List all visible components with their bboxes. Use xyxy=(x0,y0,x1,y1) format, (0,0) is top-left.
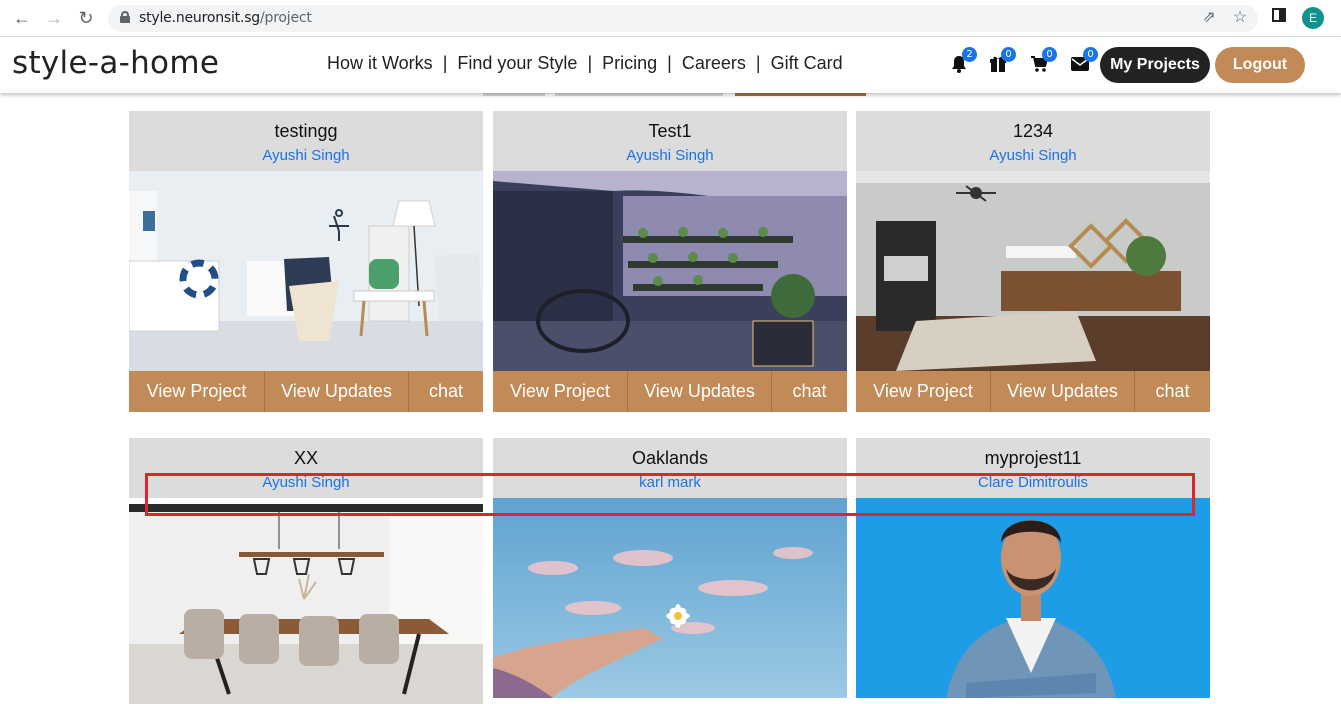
tab-peek xyxy=(555,93,723,96)
project-image[interactable] xyxy=(856,171,1210,371)
project-image[interactable] xyxy=(129,504,483,704)
message-badge: 0 xyxy=(1083,47,1098,62)
project-card: Test1 Ayushi Singh View Project View Upd… xyxy=(493,111,847,412)
project-title: Test1 xyxy=(648,121,692,141)
site-header: style-a-home How it Works | Find your Sty… xyxy=(0,37,1341,93)
project-actions: View Project View Updates chat xyxy=(493,371,847,412)
notification-badge: 2 xyxy=(962,47,977,62)
project-card-header: Test1 Ayushi Singh xyxy=(493,111,847,171)
project-image[interactable] xyxy=(856,498,1210,698)
nav-find-your-style[interactable]: Find your Style xyxy=(457,53,577,74)
project-card-header: testingg Ayushi Singh xyxy=(129,111,483,171)
bell-icon[interactable]: 2 xyxy=(949,47,977,75)
url-path: /project xyxy=(259,10,312,26)
bookmark-star-icon[interactable]: ☆ xyxy=(1230,8,1250,28)
view-updates-button[interactable]: View Updates xyxy=(265,371,409,412)
view-updates-button[interactable]: View Updates xyxy=(628,371,772,412)
nav-separator: | xyxy=(755,53,761,73)
site-logo[interactable]: style-a-home xyxy=(12,45,219,81)
project-actions: View Project View Updates chat xyxy=(129,371,483,412)
gift-icon[interactable]: 0 xyxy=(988,47,1016,75)
envelope-icon[interactable]: 0 xyxy=(1070,47,1098,75)
chat-button[interactable]: chat xyxy=(772,371,847,412)
nav-separator: | xyxy=(442,53,448,73)
project-card: testingg Ayushi Singh View Project View … xyxy=(129,111,483,412)
view-project-button[interactable]: View Project xyxy=(493,371,628,412)
main-nav: How it Works | Find your Style | Pricing | … xyxy=(327,53,843,74)
project-actions: View Project View Updates chat xyxy=(856,371,1210,412)
url-host: style.neuronsit.sg xyxy=(139,10,260,26)
project-title: Oaklands xyxy=(631,448,709,468)
cart-badge: 0 xyxy=(1042,47,1057,62)
nav-careers[interactable]: Careers xyxy=(682,53,746,74)
share-icon[interactable]: ⇗ xyxy=(1199,8,1219,28)
project-title: 1234 xyxy=(1012,121,1054,141)
my-projects-button[interactable]: My Projects xyxy=(1100,47,1210,83)
browser-toolbar: ← → ↻ style.neuronsit.sg/project ⇗ ☆ E xyxy=(0,0,1341,37)
nav-gift-card[interactable]: Gift Card xyxy=(771,53,843,74)
side-panel-icon[interactable] xyxy=(1269,8,1289,28)
project-title: testingg xyxy=(274,121,338,141)
nav-how-it-works[interactable]: How it Works xyxy=(327,53,433,74)
project-title: XX xyxy=(293,448,318,468)
annotation-highlight-box xyxy=(145,473,1195,516)
nav-separator: | xyxy=(587,53,593,73)
chat-button[interactable]: chat xyxy=(1135,371,1210,412)
project-owner-link[interactable]: Ayushi Singh xyxy=(856,147,1210,164)
view-updates-button[interactable]: View Updates xyxy=(991,371,1135,412)
lock-icon xyxy=(120,11,130,23)
project-card-header: 1234 Ayushi Singh xyxy=(856,111,1210,171)
forward-icon[interactable]: → xyxy=(42,7,66,29)
chat-button[interactable]: chat xyxy=(409,371,483,412)
back-icon[interactable]: ← xyxy=(10,7,34,29)
view-project-button[interactable]: View Project xyxy=(856,371,991,412)
project-image[interactable] xyxy=(493,498,847,698)
project-owner-link[interactable]: Ayushi Singh xyxy=(129,147,483,164)
cart-icon[interactable]: 0 xyxy=(1029,47,1057,75)
project-image[interactable] xyxy=(129,171,483,371)
tab-peek xyxy=(735,93,866,96)
view-project-button[interactable]: View Project xyxy=(129,371,265,412)
project-owner-link[interactable]: Ayushi Singh xyxy=(493,147,847,164)
tab-peek xyxy=(483,93,545,96)
project-card: 1234 Ayushi Singh View Project View Upda… xyxy=(856,111,1210,412)
logout-button[interactable]: Logout xyxy=(1215,47,1305,83)
reload-icon[interactable]: ↻ xyxy=(74,7,98,29)
url-text[interactable]: style.neuronsit.sg/project xyxy=(139,10,312,26)
nav-pricing[interactable]: Pricing xyxy=(602,53,657,74)
profile-avatar[interactable]: E xyxy=(1302,7,1324,29)
nav-separator: | xyxy=(667,53,672,73)
project-title: myprojest11 xyxy=(984,448,1082,468)
gift-badge: 0 xyxy=(1001,47,1016,62)
project-image[interactable] xyxy=(493,171,847,371)
